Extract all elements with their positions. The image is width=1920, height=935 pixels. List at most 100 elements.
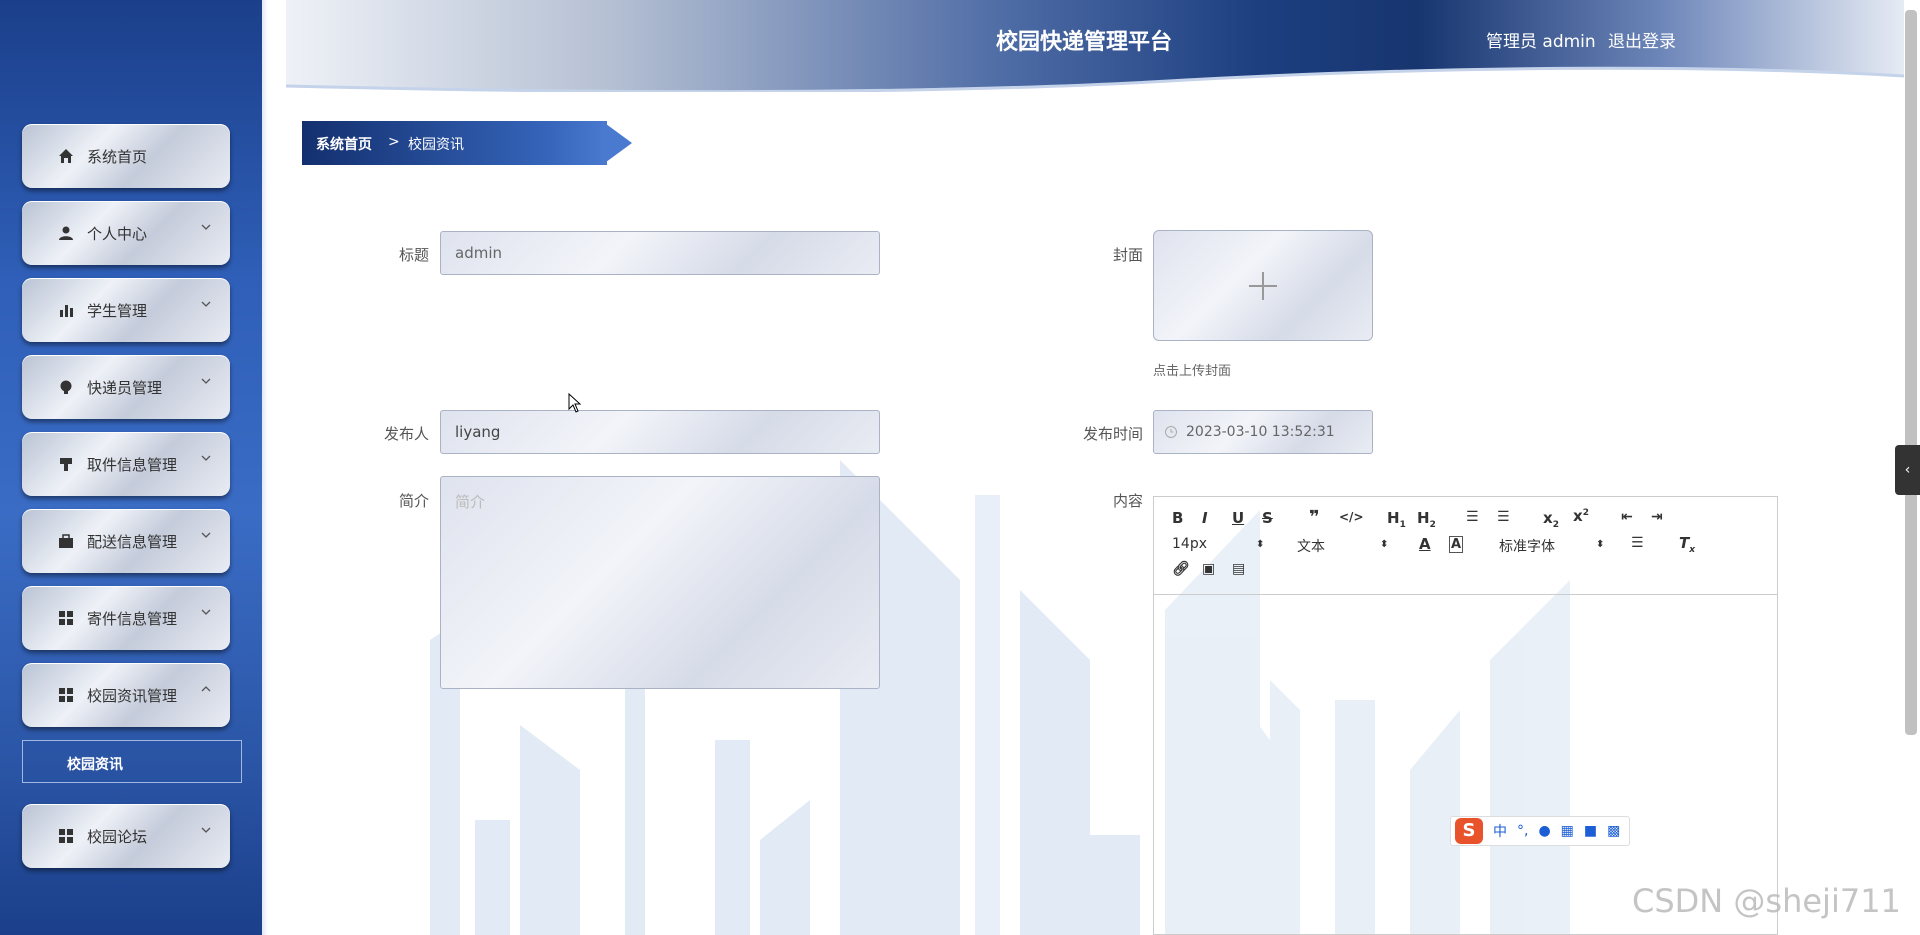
paragraph-select[interactable]: 文本 — [1297, 536, 1325, 556]
bold-icon[interactable]: B — [1172, 509, 1183, 527]
sidebar-item-label: 个人中心 — [87, 225, 148, 243]
ordered-list-icon[interactable]: ☰ — [1466, 509, 1479, 525]
subscript-icon[interactable]: x2 — [1543, 509, 1559, 530]
breadcrumb-arrow — [602, 121, 632, 165]
grid-icon — [59, 829, 73, 843]
sidebar-item-label: 学生管理 — [87, 302, 148, 320]
sidebar-item-label: 寄件信息管理 — [87, 610, 178, 628]
publish-time-label: 发布时间 — [1082, 425, 1143, 443]
heading2-icon[interactable]: H2 — [1417, 509, 1436, 530]
content-label: 内容 — [1112, 492, 1143, 510]
heading1-icon[interactable]: H1 — [1387, 509, 1406, 530]
user-info: 管理员 admin — [1486, 32, 1596, 52]
title-input[interactable]: admin — [440, 231, 880, 275]
strikethrough-icon[interactable]: S — [1262, 509, 1273, 527]
stamp-icon — [60, 458, 72, 471]
sidebar-item-label: 配送信息管理 — [87, 533, 178, 551]
chevron-left-icon[interactable]: ‹ — [1895, 445, 1920, 495]
chevron-down-icon — [201, 301, 211, 307]
sidebar-item-personal-center[interactable]: 个人中心 — [22, 201, 230, 265]
paragraph-value: 文本 — [1297, 539, 1325, 555]
sidebar-item-delivery-management[interactable]: 配送信息管理 — [22, 509, 230, 573]
sidebar-item-label: 系统首页 — [87, 148, 148, 166]
publish-time-input[interactable]: 2023-03-10 13:52:31 — [1153, 410, 1373, 454]
microphone-icon[interactable]: ● — [1538, 823, 1550, 839]
breadcrumb-home-link[interactable]: 系统首页 — [316, 134, 372, 154]
sidebar-item-label: 取件信息管理 — [87, 456, 178, 474]
link-icon[interactable]: 🔗︎ — [1172, 561, 1190, 577]
ime-chinese-mode[interactable]: 中 — [1493, 821, 1507, 841]
chevron-down-icon — [201, 455, 211, 461]
chevron-down-icon — [201, 224, 211, 230]
code-icon[interactable]: </> — [1339, 510, 1364, 524]
unordered-list-icon[interactable]: ☰ — [1497, 509, 1510, 525]
rich-text-editor[interactable]: B I U S ❞ </> H1 H2 ☰ ☰ x2 x2 ⇤ ⇥ 14px ⬍… — [1153, 496, 1778, 935]
sidebar-subitem-news[interactable]: 校园资讯 — [22, 740, 242, 783]
sogou-logo-icon: S — [1455, 818, 1483, 844]
scrollbar[interactable] — [1905, 10, 1917, 735]
indent-icon[interactable]: ⇥ — [1651, 509, 1663, 525]
user-icon — [59, 226, 73, 240]
cover-upload[interactable] — [1153, 230, 1373, 341]
home-icon — [59, 149, 73, 163]
summary-textarea[interactable]: 简介 — [440, 476, 880, 689]
font-size-value: 14px — [1172, 536, 1207, 552]
grid-icon — [59, 688, 73, 702]
sidebar-item-forum[interactable]: 校园论坛 — [22, 804, 230, 868]
clock-icon — [1165, 426, 1177, 438]
toolbox-icon[interactable]: ▩ — [1607, 823, 1620, 839]
briefcase-icon — [59, 534, 73, 548]
cover-label: 封面 — [1112, 246, 1143, 264]
ime-punctuation[interactable]: °, — [1517, 823, 1528, 839]
editor-toolbar: B I U S ❞ </> H1 H2 ☰ ☰ x2 x2 ⇤ ⇥ 14px ⬍… — [1154, 497, 1777, 595]
breadcrumb: 系统首页 > 校园资讯 — [302, 121, 632, 165]
video-icon[interactable]: ▤ — [1232, 561, 1245, 577]
ime-toolbar: S 中 °, ● ▦ ■ ▩ — [1450, 816, 1630, 846]
image-icon[interactable]: ▣ — [1202, 561, 1215, 577]
chevron-up-icon — [201, 686, 211, 692]
quote-icon[interactable]: ❞ — [1309, 507, 1320, 528]
sidebar-item-send-management[interactable]: 寄件信息管理 — [22, 586, 230, 650]
outdent-icon[interactable]: ⇤ — [1621, 509, 1633, 525]
font-family-value: 标准字体 — [1499, 539, 1555, 555]
app-title: 校园快递管理平台 — [996, 30, 1173, 55]
bulb-icon — [60, 380, 72, 394]
breadcrumb-separator: > — [388, 134, 400, 150]
caret-icon: ⬍ — [1380, 539, 1389, 550]
logout-link[interactable]: 退出登录 — [1608, 27, 1676, 52]
sidebar-item-student-management[interactable]: 学生管理 — [22, 278, 230, 342]
sidebar-item-courier-management[interactable]: 快递员管理 — [22, 355, 230, 419]
breadcrumb-current: 校园资讯 — [408, 137, 464, 153]
mouse-cursor-icon — [568, 393, 582, 413]
header: 校园快递管理平台 管理员 admin 退出登录 — [286, 0, 1904, 92]
clear-format-icon[interactable]: Tx — [1679, 534, 1695, 555]
summary-label: 简介 — [398, 492, 429, 510]
plus-icon — [1249, 272, 1277, 300]
background-color-icon[interactable]: A — [1449, 536, 1464, 553]
chevron-down-icon — [201, 378, 211, 384]
sidebar-item-pickup-management[interactable]: 取件信息管理 — [22, 432, 230, 496]
sidebar-item-news-management[interactable]: 校园资讯管理 — [22, 663, 230, 727]
caret-icon: ⬍ — [1256, 539, 1265, 550]
font-family-select[interactable]: 标准字体 — [1499, 536, 1555, 556]
grid-icon — [59, 611, 73, 625]
sidebar-item-label: 校园资讯管理 — [87, 687, 178, 705]
chevron-down-icon — [201, 532, 211, 538]
sidebar-item-label: 校园论坛 — [87, 828, 148, 846]
chevron-down-icon — [201, 827, 211, 833]
bar-chart-icon — [60, 305, 73, 317]
underline-icon[interactable]: U — [1232, 509, 1244, 527]
align-icon[interactable]: ☰ — [1631, 535, 1644, 551]
font-color-icon[interactable]: A — [1419, 535, 1431, 553]
font-size-select[interactable]: 14px — [1172, 536, 1207, 552]
publisher-input[interactable]: liyang — [440, 410, 880, 454]
title-label: 标题 — [398, 246, 429, 264]
skin-icon[interactable]: ■ — [1584, 823, 1597, 839]
sidebar: 系统首页 个人中心 学生管理 快递员管理 取件信息管理 配送信息管理 寄件信息管… — [0, 0, 268, 935]
italic-icon[interactable]: I — [1202, 509, 1208, 527]
sidebar-item-home[interactable]: 系统首页 — [22, 124, 230, 188]
superscript-icon[interactable]: x2 — [1573, 507, 1589, 525]
keyboard-icon[interactable]: ▦ — [1561, 823, 1574, 839]
sidebar-item-label: 快递员管理 — [87, 379, 163, 397]
publisher-label: 发布人 — [383, 425, 429, 443]
